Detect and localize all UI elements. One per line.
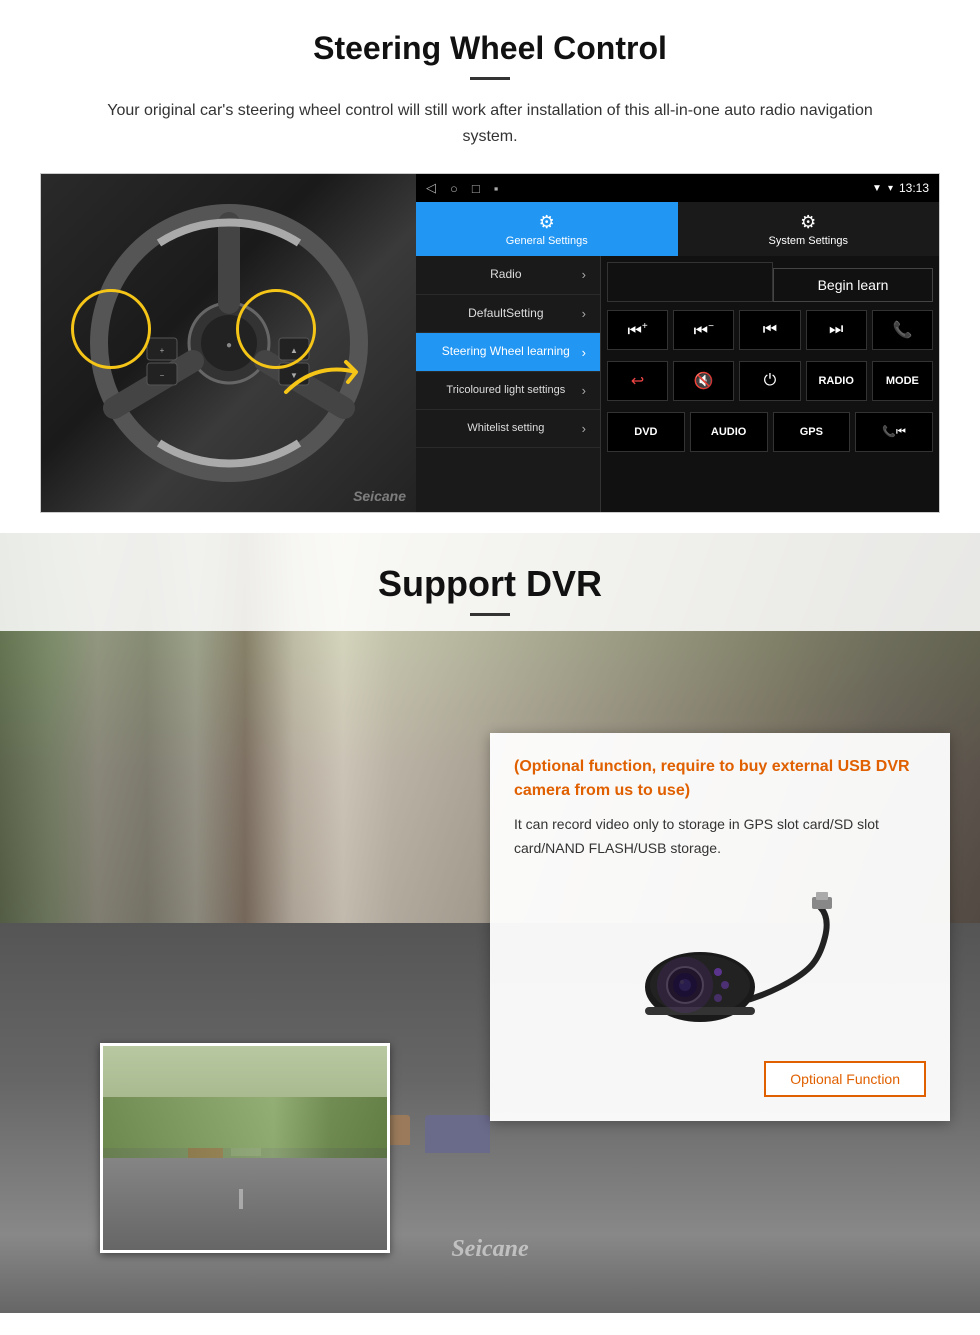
tab-system-label: System Settings [769,235,848,247]
steering-title: Steering Wheel Control [40,30,940,67]
android-tabs: ⚙ General Settings ⚙ System Settings [416,202,939,256]
phone-answer-icon: 📞 [892,320,912,340]
seicane-watermark-1: Seicane [353,488,406,504]
ctrl-power[interactable]: ⏻ [739,361,800,401]
optional-function-area: Optional Function [514,1053,926,1061]
dvr-section: Support DVR (Optional function, require … [0,533,980,1313]
camera-svg [570,877,870,1037]
menu-steering-label: Steering Wheel learning [430,344,582,360]
menu-item-steering[interactable]: Steering Wheel learning › [416,333,600,372]
empty-assign-area [607,262,773,302]
audio-label: AUDIO [711,426,746,438]
menu-item-tricoloured[interactable]: Tricoloured light settings › [416,372,600,410]
system-icon: ⚙ [800,212,816,233]
ctrl-gps-btn[interactable]: GPS [773,412,851,452]
prev-track-icon: ⏮ [763,321,777,339]
ctrl-phone-media[interactable]: 📞⏮ [855,412,933,452]
ctrl-mute[interactable]: 🔇 [673,361,734,401]
ctrl-mode-btn[interactable]: MODE [872,361,933,401]
dvr-camera-illustration [514,877,926,1037]
svg-text:●: ● [225,340,231,351]
android-menu: Radio › DefaultSetting › Steering Wheel … [416,256,601,512]
dvr-info-card: (Optional function, require to buy exter… [490,733,950,1121]
vol-down-icon: ⏮− [694,321,714,340]
road-marking [239,1189,243,1209]
android-statusbar: ◁ ○ □ ▪ ▼ ▾ 13:13 [416,174,939,202]
screenshot-trees [103,1097,387,1158]
steering-section: Steering Wheel Control Your original car… [0,0,980,533]
tab-system-settings[interactable]: ⚙ System Settings [678,202,940,256]
optional-function-button[interactable]: Optional Function [764,1061,926,1097]
menu-whitelist-arrow: › [582,421,586,436]
nav-home-icon[interactable]: ○ [450,181,458,196]
menu-radio-label: Radio [430,267,582,283]
android-ui: ◁ ○ □ ▪ ▼ ▾ 13:13 ⚙ General Settings ⚙ S… [416,174,939,512]
mode-label: MODE [886,375,919,387]
ctrl-row-3: DVD AUDIO GPS 📞⏮ [607,412,933,452]
steering-composite: ● + − ▲ ▼ Seicane [40,173,940,513]
menu-item-radio[interactable]: Radio › [416,256,600,295]
menu-radio-arrow: › [582,267,586,282]
ctrl-radio-btn[interactable]: RADIO [806,361,867,401]
wifi-icon: ▾ [888,183,893,194]
mute-icon: 🔇 [694,371,714,391]
phone-hang-icon: ↩ [631,371,644,391]
vol-up-icon: ⏮+ [627,321,647,340]
phone-media-icon: 📞⏮ [882,425,906,439]
dvr-title-box: Support DVR [0,533,980,631]
android-controls-panel: Begin learn ⏮+ ⏮− ⏮ [601,256,939,512]
menu-default-label: DefaultSetting [430,306,582,322]
nav-menu-icon[interactable]: ▪ [494,181,866,196]
car-3 [425,1115,490,1153]
ctrl-phone-answer[interactable]: 📞 [872,310,933,350]
tab-general-label: General Settings [506,235,588,247]
ctrl-next-track[interactable]: ⏭ [806,310,867,350]
menu-tricoloured-label: Tricoloured light settings [430,383,582,397]
dvd-label: DVD [634,426,657,438]
tab-general-settings[interactable]: ⚙ General Settings [416,202,678,256]
ctrl-vol-down[interactable]: ⏮− [673,310,734,350]
menu-steering-arrow: › [582,345,586,360]
ctrl-dvd-btn[interactable]: DVD [607,412,685,452]
screenshot-road [103,1148,387,1250]
radio-label: RADIO [818,375,853,387]
power-icon: ⏻ [764,372,777,390]
dvr-screenshot-preview [100,1043,390,1253]
seicane-watermark-2: Seicane [451,1236,528,1263]
dvr-background-scene: Support DVR (Optional function, require … [0,533,980,1313]
yellow-highlight-left [71,289,151,369]
title-divider [470,77,510,80]
ctrl-audio-btn[interactable]: AUDIO [690,412,768,452]
settings-icon: ⚙ [539,212,555,233]
yellow-arrow [276,352,376,432]
gps-label: GPS [800,426,823,438]
steering-subtitle: Your original car's steering wheel contr… [80,98,900,149]
menu-item-default[interactable]: DefaultSetting › [416,295,600,334]
dvr-title: Support DVR [30,563,950,605]
android-content: Radio › DefaultSetting › Steering Wheel … [416,256,939,512]
svg-text:+: + [159,346,164,355]
menu-tricoloured-arrow: › [582,383,586,398]
nav-recent-icon[interactable]: □ [472,181,480,196]
ctrl-prev-track[interactable]: ⏮ [739,310,800,350]
dvr-description: It can record video only to storage in G… [514,813,926,861]
svg-text:−: − [159,371,164,380]
menu-item-whitelist[interactable]: Whitelist setting › [416,410,600,448]
statusbar-time: 13:13 [899,181,929,195]
signal-icon: ▼ [872,183,882,194]
ctrl-vol-up[interactable]: ⏮+ [607,310,668,350]
steering-photo: ● + − ▲ ▼ Seicane [41,174,416,512]
dvr-title-divider [470,613,510,616]
next-track-icon: ⏭ [829,321,843,339]
ctrl-row-2: ↩ 🔇 ⏻ RADIO MODE [607,361,933,401]
begin-learn-button[interactable]: Begin learn [773,268,933,302]
menu-default-arrow: › [582,306,586,321]
menu-whitelist-label: Whitelist setting [430,421,582,435]
dvr-optional-notice: (Optional function, require to buy exter… [514,755,926,803]
ctrl-phone-hang[interactable]: ↩ [607,361,668,401]
nav-back-icon[interactable]: ◁ [426,180,436,196]
ctrl-row-1: ⏮+ ⏮− ⏮ ⏭ 📞 [607,310,933,350]
